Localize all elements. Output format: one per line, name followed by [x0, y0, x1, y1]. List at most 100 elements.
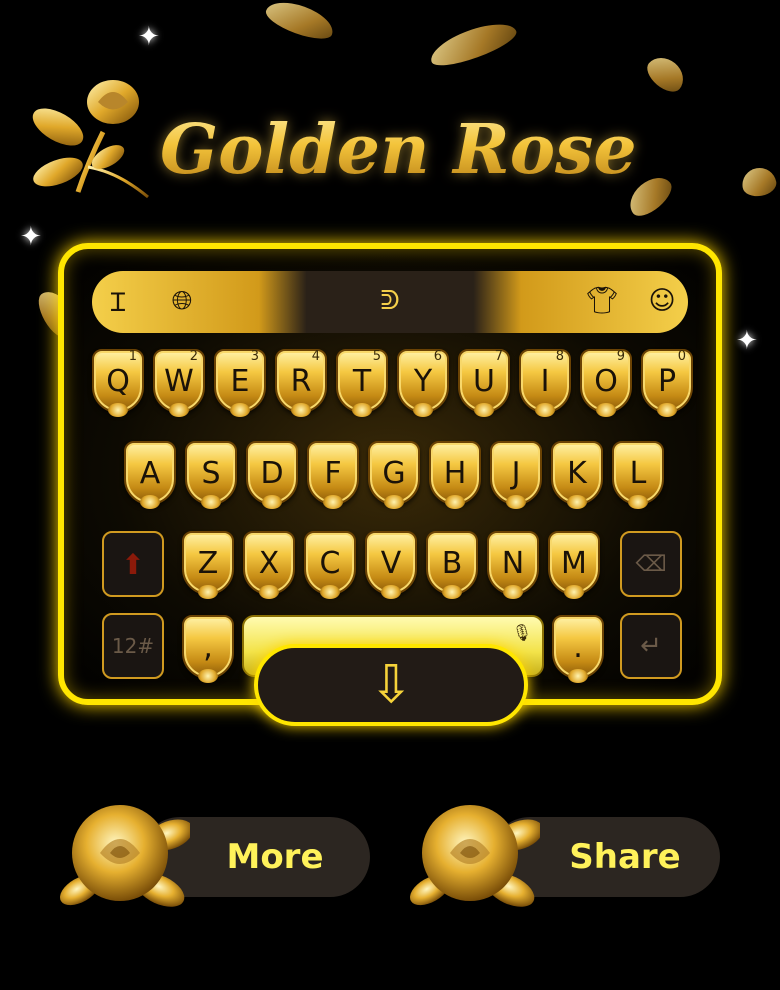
flower-icon	[445, 495, 465, 509]
key-number-hint: 0	[677, 349, 686, 364]
globe-icon[interactable]: 🌐︎	[162, 281, 202, 321]
comma-key-label: ,	[203, 629, 213, 665]
flower-icon	[291, 403, 311, 417]
flower-icon	[503, 585, 523, 599]
key-label: W	[164, 363, 194, 399]
leaf-decoration	[262, 0, 338, 46]
flower-icon	[657, 403, 677, 417]
key-label: J	[511, 455, 521, 491]
flower-icon	[352, 403, 372, 417]
flower-icon	[201, 495, 221, 509]
key-label: O	[594, 363, 618, 399]
key-number-hint: 2	[189, 349, 198, 364]
flower-icon	[381, 585, 401, 599]
key-a[interactable]: A	[124, 441, 176, 509]
flower-icon	[568, 669, 588, 683]
enter-key[interactable]: ↵	[620, 613, 682, 679]
key-t[interactable]: T5	[336, 349, 388, 417]
key-label: D	[260, 455, 284, 491]
key-label: A	[139, 455, 161, 491]
key-z[interactable]: Z	[182, 531, 234, 599]
leaf-decoration	[739, 165, 779, 199]
flower-icon	[506, 495, 526, 509]
shirt-icon[interactable]: 👕︎	[582, 281, 622, 321]
backspace-key[interactable]: ⌫	[620, 531, 682, 597]
rose-logo-icon	[32, 80, 149, 199]
key-k[interactable]: K	[551, 441, 603, 509]
flower-icon	[140, 495, 160, 509]
key-n[interactable]: N	[487, 531, 539, 599]
key-label: L	[629, 455, 647, 491]
symbols-key-label: 12#	[111, 634, 155, 658]
shift-arrow-icon: ⬆	[121, 547, 145, 581]
key-number-hint: 6	[433, 349, 442, 364]
key-label: G	[382, 455, 406, 491]
key-x[interactable]: X	[243, 531, 295, 599]
key-number-hint: 8	[555, 349, 564, 364]
key-number-hint: 3	[250, 349, 259, 364]
flower-icon	[567, 495, 587, 509]
backspace-icon: ⌫	[635, 551, 667, 577]
key-label: T	[352, 363, 372, 399]
key-j[interactable]: J	[490, 441, 542, 509]
key-u[interactable]: U7	[458, 349, 510, 417]
key-g[interactable]: G	[368, 441, 420, 509]
key-label: R	[290, 363, 312, 399]
key-y[interactable]: Y6	[397, 349, 449, 417]
emoji-icon[interactable]: ☺	[642, 281, 682, 321]
key-v[interactable]: V	[365, 531, 417, 599]
key-label: C	[319, 545, 341, 581]
key-m[interactable]: M	[548, 531, 600, 599]
key-number-hint: 7	[494, 349, 503, 364]
key-b[interactable]: B	[426, 531, 478, 599]
sparkle-decoration: ✦	[138, 22, 160, 52]
flower-icon	[320, 585, 340, 599]
key-p[interactable]: P0	[641, 349, 693, 417]
shift-key[interactable]: ⬆	[102, 531, 164, 597]
key-r[interactable]: R4	[275, 349, 327, 417]
download-button[interactable]: ⇩	[254, 644, 528, 726]
key-label: I	[540, 363, 550, 399]
key-label: U	[473, 363, 495, 399]
flower-icon	[384, 495, 404, 509]
key-i[interactable]: I8	[519, 349, 571, 417]
key-label: H	[443, 455, 467, 491]
flower-icon	[259, 585, 279, 599]
flower-icon	[535, 403, 555, 417]
key-label: Z	[197, 545, 219, 581]
microphone-icon: 🎙︎	[511, 623, 532, 642]
keyboard-preview: Ɪ 🌐︎ ᕲ 👕︎ ☺ Q1W2E3R4T5Y6U7I8O9P0 ASDFGHJ…	[58, 243, 722, 705]
key-label: V	[380, 545, 402, 581]
key-w[interactable]: W2	[153, 349, 205, 417]
golden-rose-icon	[60, 805, 190, 907]
key-h[interactable]: H	[429, 441, 481, 509]
enter-arrow-icon: ↵	[640, 631, 662, 661]
key-d[interactable]: D	[246, 441, 298, 509]
key-e[interactable]: E3	[214, 349, 266, 417]
flower-icon	[198, 585, 218, 599]
comma-key[interactable]: ,	[182, 615, 234, 683]
key-c[interactable]: C	[304, 531, 356, 599]
key-f[interactable]: F	[307, 441, 359, 509]
flower-icon	[564, 585, 584, 599]
key-label: N	[501, 545, 525, 581]
key-l[interactable]: L	[612, 441, 664, 509]
flower-icon	[323, 495, 343, 509]
sparkle-decoration: ✦	[736, 326, 758, 356]
touchpal-logo-icon[interactable]: ᕲ	[370, 281, 410, 321]
text-cursor-icon[interactable]: Ɪ	[98, 281, 138, 321]
share-button-label: Share	[569, 837, 681, 877]
flower-icon	[442, 585, 462, 599]
key-number-hint: 1	[128, 349, 137, 364]
flower-icon	[198, 669, 218, 683]
flower-icon	[230, 403, 250, 417]
leaf-decoration	[641, 50, 691, 98]
key-label: X	[258, 545, 280, 581]
flower-icon	[108, 403, 128, 417]
key-q[interactable]: Q1	[92, 349, 144, 417]
app-title: Golden Rose	[160, 100, 640, 200]
key-o[interactable]: O9	[580, 349, 632, 417]
period-key[interactable]: .	[552, 615, 604, 683]
symbols-key[interactable]: 12#	[102, 613, 164, 679]
key-s[interactable]: S	[185, 441, 237, 509]
